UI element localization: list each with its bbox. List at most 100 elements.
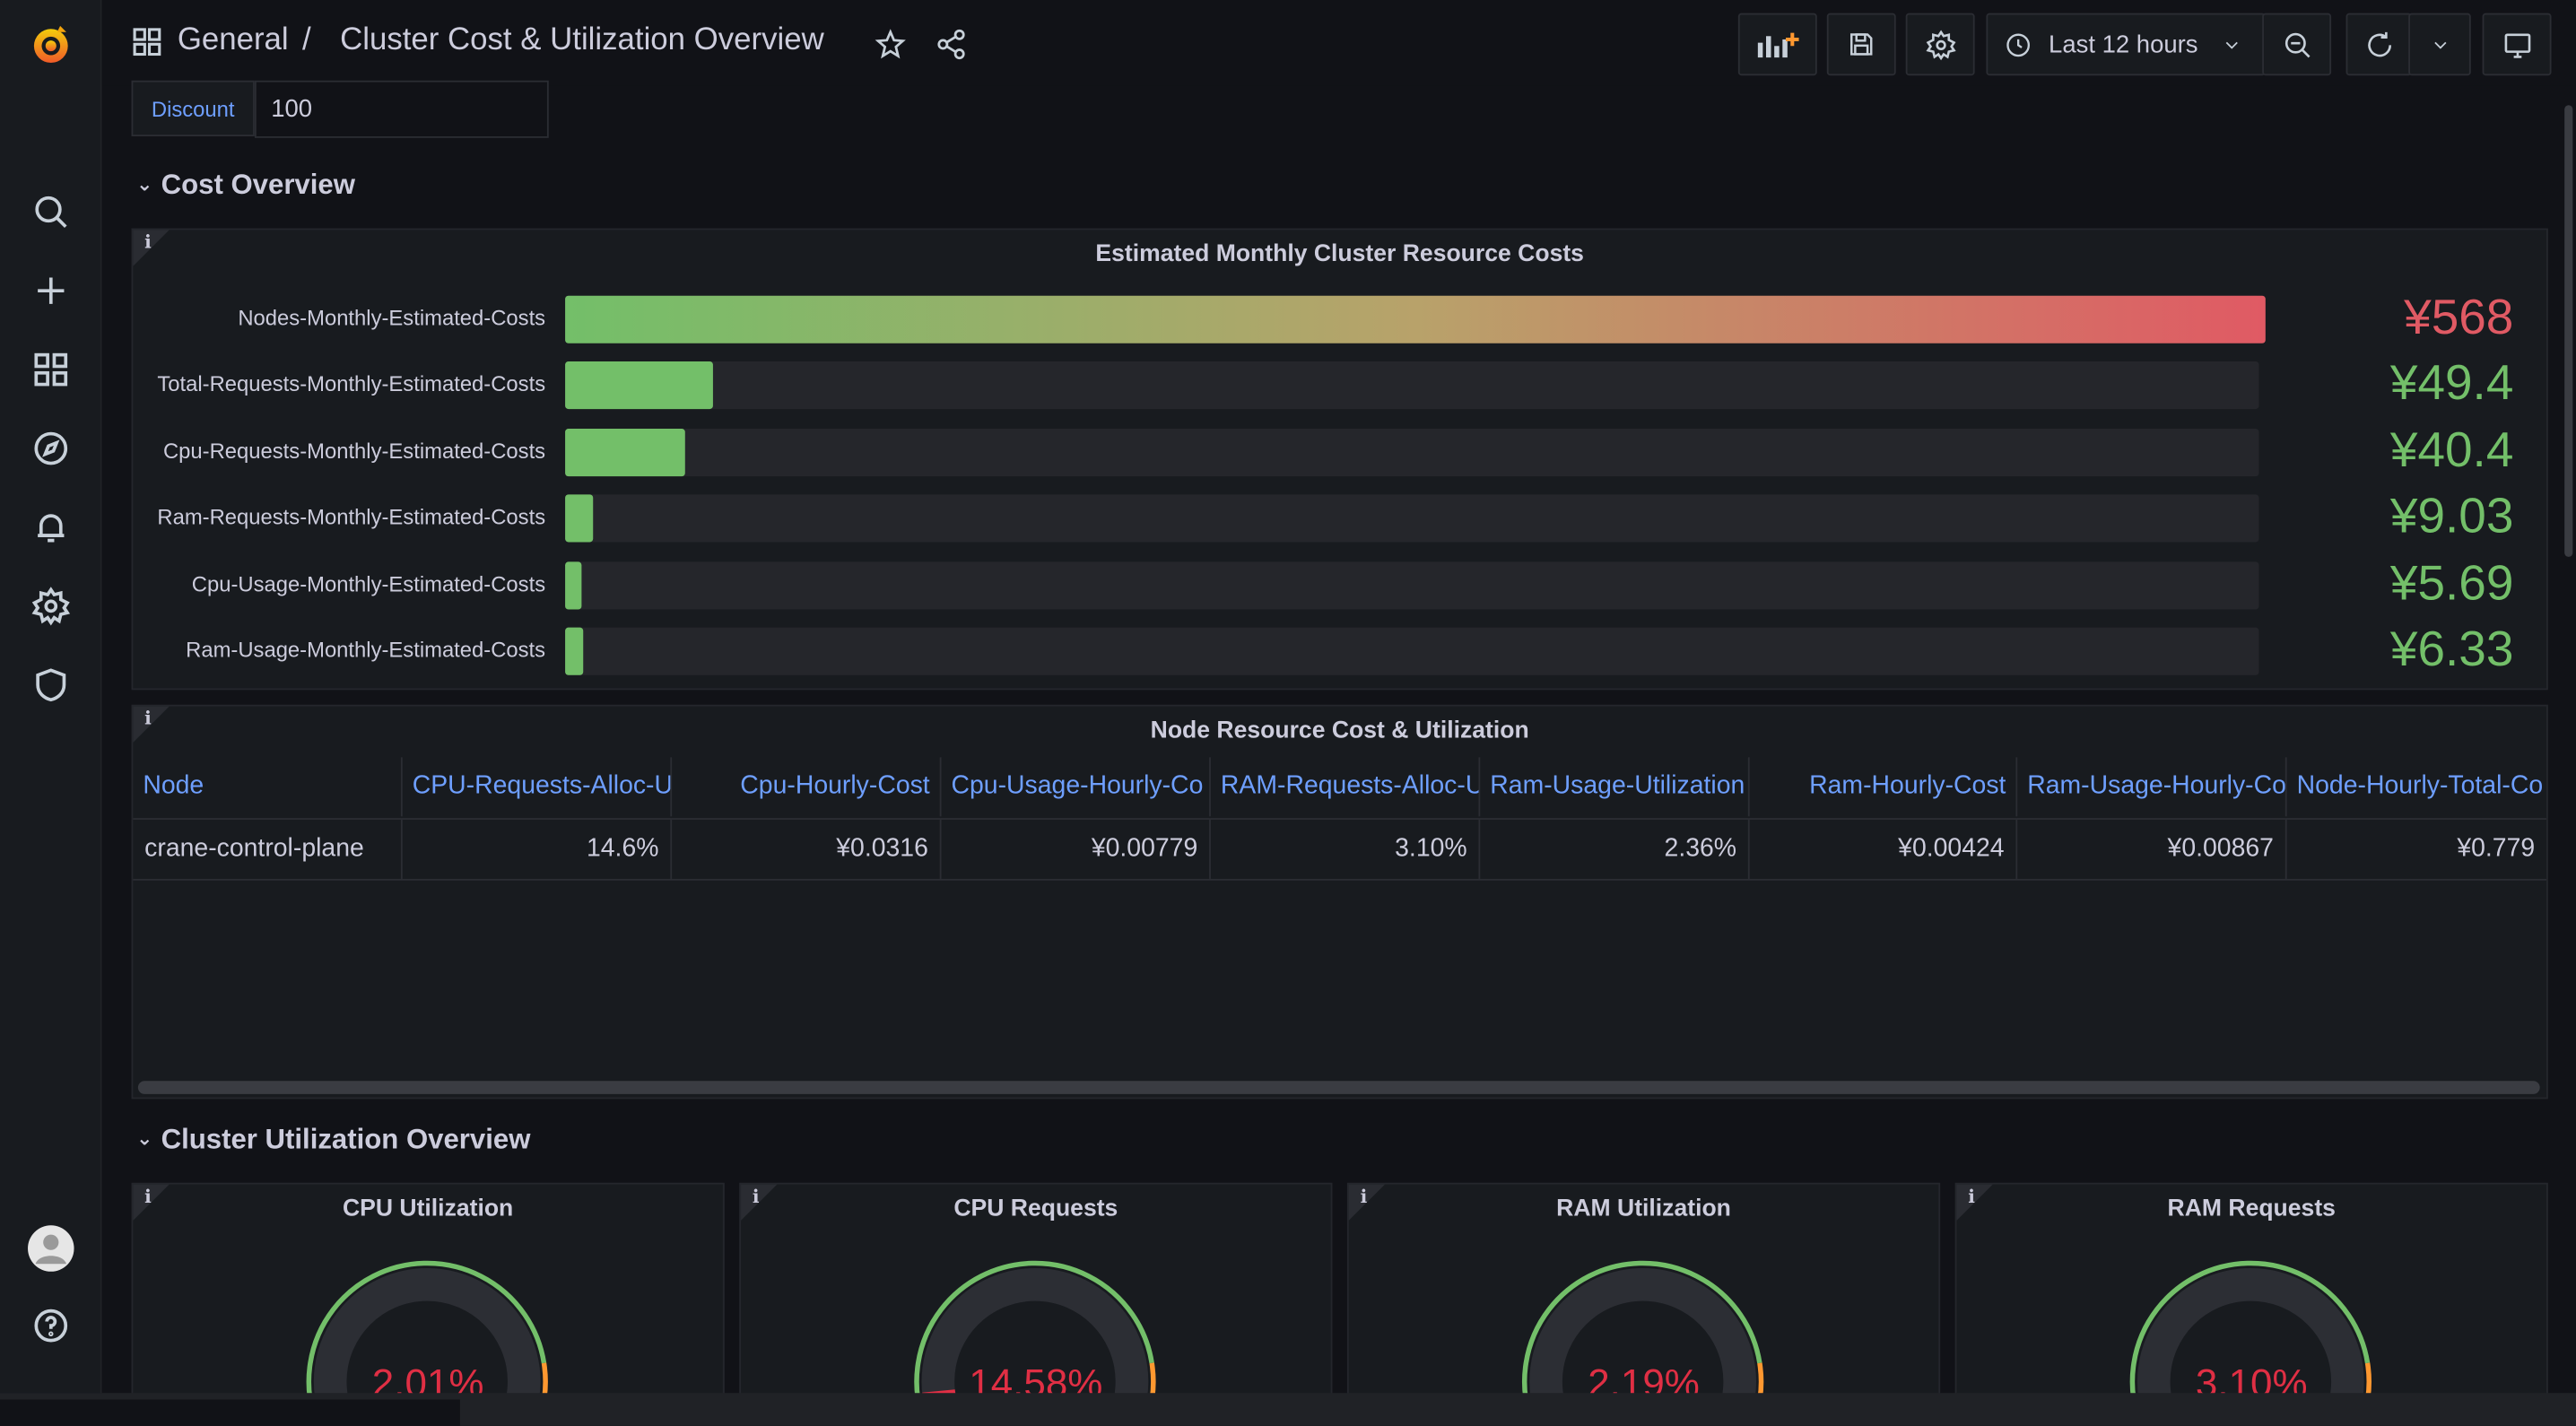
monitor-icon	[2503, 32, 2530, 57]
page-horizontal-scrollbar[interactable]	[0, 1393, 2576, 1426]
settings-gear-icon[interactable]	[23, 578, 77, 632]
bar-fill	[565, 295, 2266, 343]
plus-icon[interactable]	[23, 263, 77, 317]
bar-label: Nodes-Monthly-Estimated-Costs	[238, 305, 546, 331]
discount-variable-label: Discount	[131, 80, 255, 137]
chevron-down-icon	[2433, 40, 2446, 48]
bar-fill	[565, 494, 593, 543]
bar-track	[565, 361, 2259, 410]
table-column-header[interactable]: Node-Hourly-Total-Co	[2287, 757, 2546, 816]
panel-gauge: i CPU Requests 14.58%	[739, 1182, 1333, 1415]
grafana-logo-icon[interactable]	[23, 16, 77, 70]
table-column-header[interactable]: Cpu-Hourly-Cost	[672, 757, 942, 817]
row-cluster-utilization[interactable]: ⌄ Cluster Utilization Overview	[136, 1124, 530, 1157]
table-cell: 3.10%	[1211, 819, 1481, 879]
panel-gauge: i RAM Requests 3.10%	[1954, 1182, 2548, 1415]
breadcrumb-folder[interactable]: General	[178, 23, 289, 59]
panel-estimated-monthly-costs: i Estimated Monthly Cluster Resource Cos…	[131, 228, 2548, 691]
table-horizontal-scrollbar[interactable]	[137, 1081, 2540, 1094]
bar-label: Cpu-Requests-Monthly-Estimated-Costs	[162, 439, 546, 464]
panel-gauge: i CPU Utilization 2.01%	[131, 1182, 725, 1415]
user-avatar-icon[interactable]	[23, 1221, 77, 1274]
row-title-label: Cluster Utilization Overview	[161, 1123, 531, 1155]
bar-fill	[565, 561, 583, 610]
dashboard-settings-button[interactable]	[1905, 13, 1975, 76]
star-icon[interactable]	[874, 28, 907, 61]
table-cell: crane-control-plane	[133, 819, 403, 879]
save-icon	[1850, 33, 1873, 56]
table-cell: ¥0.779	[2457, 834, 2536, 863]
add-panel-button[interactable]	[1737, 13, 1817, 76]
table-column-header[interactable]: Ram-Usage-Utilization	[1480, 757, 1750, 817]
gear-icon	[1925, 29, 1955, 60]
bar-track	[565, 429, 2259, 477]
add-panel-icon	[1757, 32, 1799, 58]
row-title-label: Cost Overview	[161, 169, 355, 201]
panel-title[interactable]: Estimated Monthly Cluster Resource Costs	[133, 241, 2546, 267]
search-icon[interactable]	[23, 184, 77, 238]
table-cell: 14.6%	[403, 819, 673, 879]
discount-variable-input[interactable]: 100	[254, 80, 549, 138]
bar-value: ¥568	[2404, 291, 2514, 345]
chevron-down-icon: ⌄	[136, 172, 153, 196]
tv-mode-button[interactable]	[2482, 13, 2552, 76]
refresh-icon	[2367, 30, 2391, 57]
bar-track	[565, 494, 2259, 543]
bar-track	[565, 627, 2259, 675]
explore-compass-icon[interactable]	[23, 421, 77, 474]
bar-value: ¥49.4	[2389, 356, 2514, 411]
table-column-header[interactable]: Ram-Hourly-Cost	[1750, 757, 2018, 817]
bar-fill	[565, 627, 584, 675]
bar-fill	[565, 361, 713, 410]
table-header: Node CPU-Requests-Alloc-U Cpu-Hourly-Cost C…	[133, 757, 2546, 817]
table-cell: ¥0.00867	[2017, 819, 2287, 879]
shield-icon[interactable]	[23, 657, 77, 711]
save-dashboard-button[interactable]	[1826, 13, 1896, 76]
bar-track	[565, 561, 2259, 610]
bar-value: ¥9.03	[2389, 489, 2514, 544]
alerting-bell-icon[interactable]	[23, 500, 77, 553]
table-column-header[interactable]: Ram-Usage-Hourly-Co	[2017, 757, 2287, 817]
sidebar	[0, 0, 102, 1394]
chevron-down-icon: ⌄	[136, 1126, 153, 1151]
bar-label: Ram-Usage-Monthly-Estimated-Costs	[186, 637, 546, 663]
row-cost-overview[interactable]: ⌄ Cost Overview	[136, 170, 355, 203]
refresh-interval-dropdown[interactable]	[2408, 13, 2471, 76]
dashboard-title[interactable]: Cluster Cost & Utilization Overview	[340, 23, 824, 59]
bar-value: ¥40.4	[2389, 423, 2514, 479]
page-vertical-scrollbar[interactable]	[2564, 105, 2573, 557]
panel-title[interactable]: Node Resource Cost & Utilization	[133, 717, 2546, 743]
dashboards-icon[interactable]	[23, 342, 77, 396]
help-icon[interactable]	[23, 1298, 77, 1352]
table-cell: 2.36%	[1480, 819, 1750, 879]
chevron-down-icon	[2225, 40, 2238, 48]
time-range-picker[interactable]: Last 12 hours	[1986, 13, 2266, 76]
bar-label: Ram-Requests-Monthly-Estimated-Costs	[157, 504, 546, 529]
table-cell: ¥0.00424	[1750, 819, 2018, 879]
panel-gauge: i RAM Utilization 2.19%	[1346, 1182, 1941, 1415]
bar-value: ¥5.69	[2389, 556, 2514, 612]
bar-track	[565, 295, 2266, 343]
share-icon[interactable]	[935, 28, 968, 61]
dashboards-grid-icon	[133, 28, 161, 57]
top-navbar: General / Cluster Cost & Utilization Ove…	[101, 0, 2576, 86]
table-column-header[interactable]: Cpu-Usage-Hourly-Co	[942, 757, 1211, 817]
table-cell: ¥0.0316	[672, 819, 942, 879]
time-range-label: Last 12 hours	[2049, 30, 2198, 59]
refresh-button[interactable]	[2345, 13, 2412, 76]
table-cell: ¥0.00779	[942, 819, 1211, 879]
bar-label: Total-Requests-Monthly-Estimated-Costs	[157, 370, 546, 396]
zoom-out-button[interactable]	[2262, 13, 2332, 76]
table-column-header[interactable]: RAM-Requests-Alloc-U	[1211, 757, 1481, 817]
clock-icon	[2006, 32, 2031, 57]
table-column-header[interactable]: Node	[133, 757, 403, 817]
scrollbar-thumb[interactable]	[0, 1399, 460, 1426]
bar-fill	[565, 429, 686, 477]
bar-label: Cpu-Usage-Monthly-Estimated-Costs	[191, 571, 546, 596]
table-column-header[interactable]: CPU-Requests-Alloc-U	[403, 757, 673, 817]
zoom-out-icon	[2284, 31, 2310, 57]
breadcrumb-separator: /	[302, 22, 311, 58]
table-row[interactable]: crane-control-plane 14.6% ¥0.0316 ¥0.00779 3…	[133, 818, 2547, 881]
panel-node-resource-cost: i Node Resource Cost & Utilization Node C…	[131, 704, 2548, 1100]
bar-value: ¥6.33	[2389, 622, 2514, 677]
